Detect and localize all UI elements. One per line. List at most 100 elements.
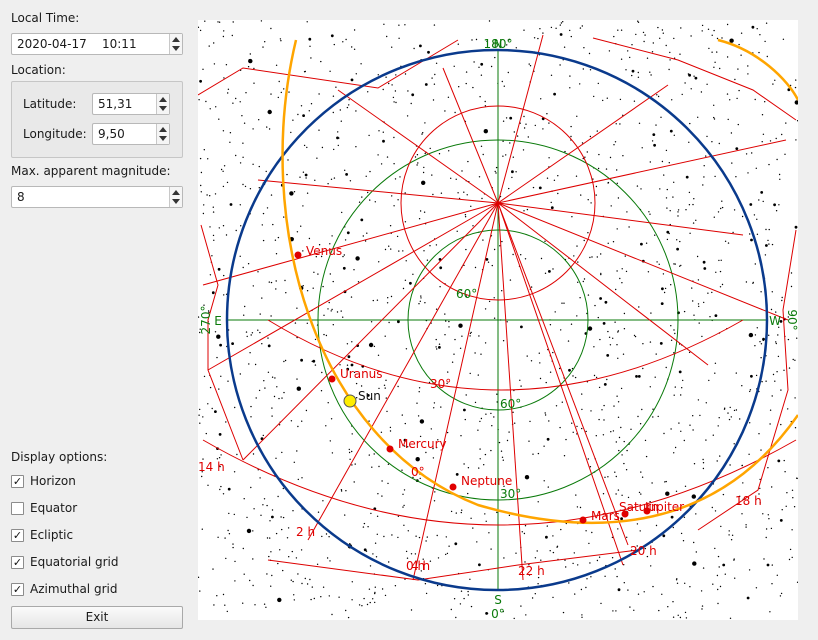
star-dot — [713, 118, 716, 120]
star-dot — [745, 524, 747, 526]
latitude-spin-arrows[interactable] — [156, 94, 169, 114]
planet-marker-mars[interactable] — [579, 516, 587, 524]
checkbox-check-icon[interactable]: ✓ — [11, 475, 24, 488]
star-dot — [672, 196, 674, 198]
star-dot — [679, 616, 682, 619]
star-dot — [360, 385, 363, 387]
star-dot — [794, 225, 798, 229]
star-dot — [347, 355, 351, 359]
star-dot — [445, 553, 447, 556]
star-dot — [641, 408, 643, 411]
sun-marker[interactable] — [343, 394, 357, 408]
star-dot — [524, 561, 526, 563]
spin-up-icon[interactable] — [172, 190, 180, 195]
star-dot — [355, 382, 358, 385]
star-dot — [228, 533, 231, 535]
spin-up-icon[interactable] — [172, 37, 180, 42]
star-dot — [589, 562, 591, 564]
star-dot — [651, 482, 653, 484]
star-dot — [737, 68, 739, 70]
star-dot — [576, 315, 578, 317]
spin-down-icon[interactable] — [159, 106, 167, 111]
star-dot — [652, 133, 656, 136]
longitude-input[interactable]: 9,50 — [92, 123, 170, 145]
local-time-spin-arrows[interactable] — [169, 34, 182, 54]
star-dot — [219, 343, 222, 347]
magnitude-spin-arrows[interactable] — [169, 187, 182, 207]
star-dot — [331, 308, 333, 311]
star-dot — [257, 329, 259, 331]
star-dot — [239, 255, 241, 257]
hour-line — [442, 67, 499, 204]
star-dot — [305, 409, 308, 412]
sky-map[interactable]: 180° N N S 0° E 270° W 90° 60° 60° 30° 3… — [198, 20, 798, 620]
star-dot — [266, 504, 268, 507]
checkbox-check-icon[interactable]: ✓ — [11, 529, 24, 542]
star-dot — [730, 539, 733, 541]
star-dot — [432, 457, 435, 459]
star-dot — [266, 126, 268, 128]
star-dot — [765, 528, 768, 530]
star-dot — [532, 453, 534, 455]
planet-marker-mercury[interactable] — [386, 445, 394, 453]
magnitude-input[interactable]: 8 — [11, 186, 183, 208]
star-dot — [478, 563, 481, 567]
star-dot — [342, 255, 344, 258]
star-dot — [424, 122, 426, 124]
star-dot — [659, 342, 663, 345]
local-time-input[interactable]: 2020-04-17 10:11 — [11, 33, 183, 55]
spin-up-icon[interactable] — [159, 97, 167, 102]
star-dot — [455, 512, 457, 514]
planet-marker-venus[interactable] — [294, 251, 302, 259]
star-dot — [629, 606, 631, 608]
star-dot — [537, 452, 540, 455]
exit-button[interactable]: Exit — [11, 606, 183, 629]
star-dot — [422, 171, 425, 174]
sky-map-canvas[interactable]: 180° N N S 0° E 270° W 90° 60° 60° 30° 3… — [198, 20, 798, 620]
star-dot — [794, 397, 796, 399]
star-dot — [595, 435, 597, 437]
star-dot — [614, 568, 616, 570]
star-dot — [640, 471, 642, 473]
spin-down-icon[interactable] — [172, 199, 180, 204]
latitude-input[interactable]: 51,31 — [92, 93, 170, 115]
star-dot — [666, 238, 669, 241]
star-dot — [761, 141, 763, 143]
star-dot — [522, 149, 525, 151]
checkbox-check-icon[interactable] — [11, 502, 24, 515]
checkbox-check-icon[interactable]: ✓ — [11, 556, 24, 569]
star-dot — [508, 431, 510, 433]
star-dot — [351, 464, 353, 466]
star-dot — [339, 109, 341, 111]
star-dot — [500, 450, 503, 452]
star-dot — [470, 205, 472, 207]
star-dot — [296, 307, 298, 309]
star-dot — [477, 429, 479, 431]
star-dot — [665, 491, 670, 496]
star-dot — [750, 374, 753, 378]
star-dot — [403, 504, 405, 507]
star-dot — [595, 376, 598, 379]
planet-marker-uranus[interactable] — [328, 375, 336, 383]
star-dot — [587, 232, 589, 234]
star-dot — [735, 176, 737, 178]
star-dot — [650, 565, 652, 567]
longitude-spin-arrows[interactable] — [156, 124, 169, 144]
star-dot — [337, 131, 339, 133]
star-dot — [479, 420, 481, 423]
star-dot — [218, 227, 220, 229]
spin-down-icon[interactable] — [172, 46, 180, 51]
planet-marker-neptune[interactable] — [449, 483, 457, 491]
star-dot — [568, 582, 570, 584]
star-dot — [201, 528, 203, 530]
star-dot — [706, 135, 708, 138]
star-dot — [419, 210, 422, 212]
star-dot — [444, 110, 446, 112]
star-dot — [773, 203, 776, 207]
spin-up-icon[interactable] — [159, 127, 167, 132]
star-dot — [600, 602, 602, 605]
star-dot — [308, 237, 311, 240]
checkbox-check-icon[interactable]: ✓ — [11, 583, 24, 596]
star-dot — [328, 595, 330, 597]
spin-down-icon[interactable] — [159, 136, 167, 141]
